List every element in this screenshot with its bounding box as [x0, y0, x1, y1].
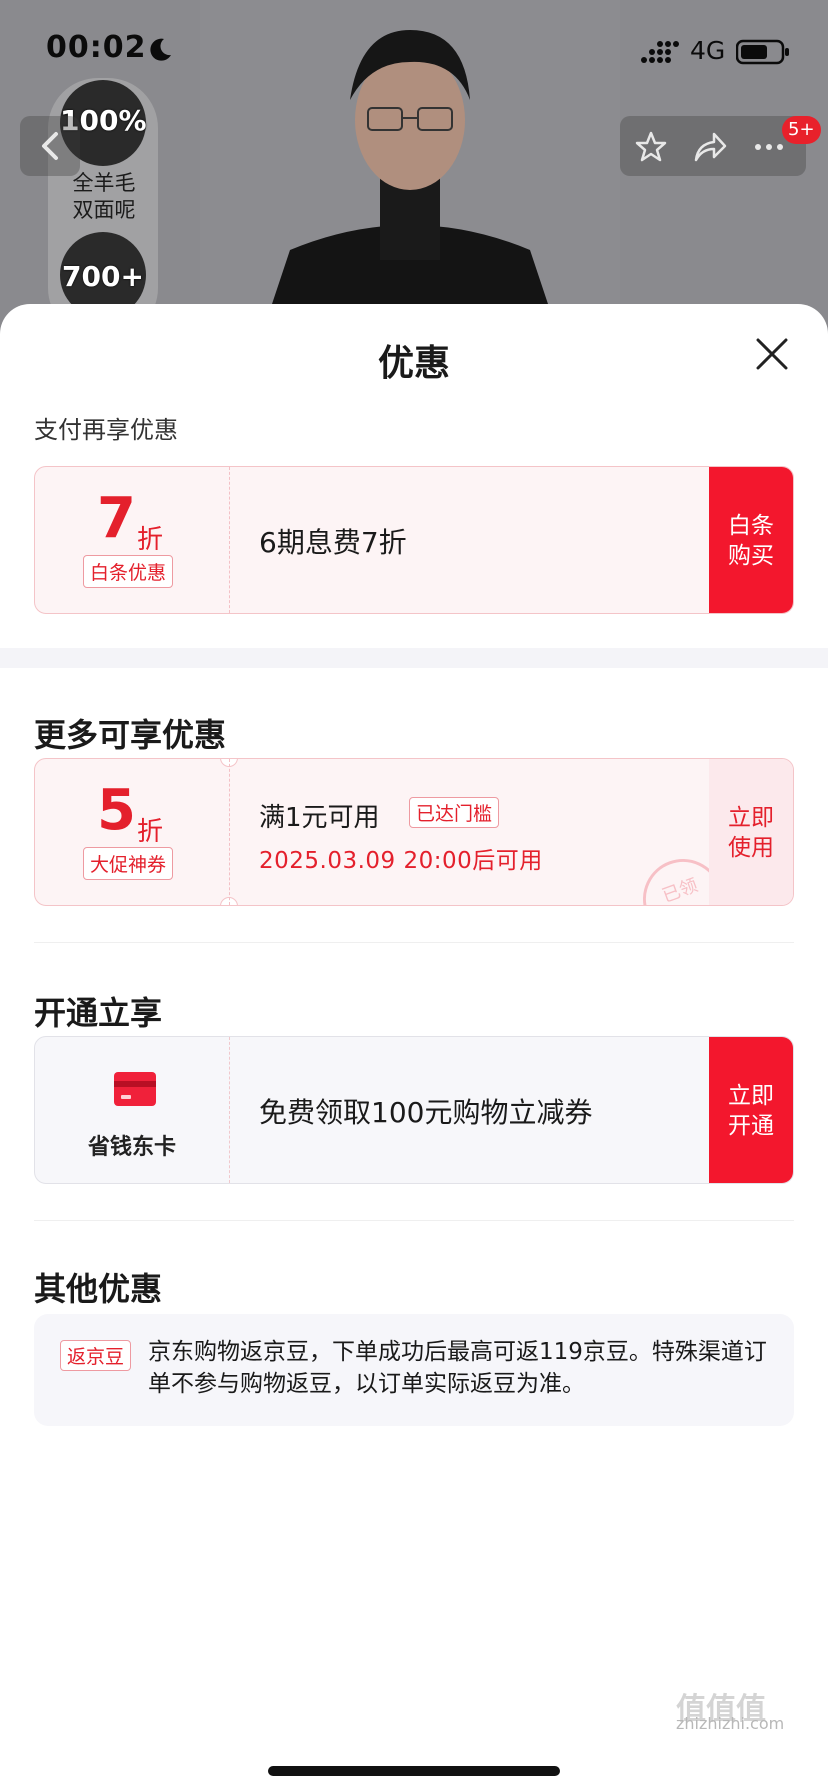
discount-description: 6期息费7折 — [259, 526, 407, 559]
discount-sheet: 优惠 支付再享优惠 7 折 白条优惠 6期息费7折 白条 购买 更多可享优惠 5… — [0, 304, 828, 1792]
section-open-title: 开通立享 — [34, 994, 163, 1032]
coupon-tag: 大促神券 — [83, 847, 174, 880]
close-icon[interactable] — [752, 334, 792, 374]
signal-icon — [641, 41, 679, 63]
product-page-background: 100% 全羊毛 双面呢 700+ 00:02 4G 5+ — [0, 0, 828, 340]
dashed-divider — [229, 467, 230, 613]
membership-card[interactable]: 省钱东卡 免费领取100元购物立减券 立即 开通 — [34, 1036, 794, 1184]
more-icon[interactable] — [752, 130, 786, 164]
baitiao-buy-button[interactable]: 白条 购买 — [709, 467, 793, 613]
coupon-valid-date: 2025.03.09 20:00后可用 — [259, 848, 543, 874]
sheet-title: 优惠 — [377, 343, 450, 384]
section-more-title: 更多可享优惠 — [34, 716, 227, 754]
jingdou-rebate-box: 返京豆 京东购物返京豆，下单成功后最高可返119京豆。特殊渠道订单不参与购物返豆… — [34, 1314, 794, 1426]
section-pay-subtitle: 支付再享优惠 — [34, 416, 178, 444]
divider-line — [34, 942, 794, 943]
discount-unit: 折 — [137, 525, 164, 555]
coupon-number: 5 — [97, 778, 136, 843]
discount-number: 7 — [97, 486, 136, 551]
share-icon[interactable] — [692, 130, 728, 164]
coupon-unit: 折 — [137, 817, 164, 847]
membership-icon-area: 省钱东卡 — [35, 1037, 229, 1183]
back-button[interactable] — [20, 116, 80, 176]
coupon-value-area: 5 折 大促神券 — [35, 759, 229, 905]
section-separator — [0, 648, 828, 668]
battery-icon — [736, 39, 789, 65]
jingdou-description: 京东购物返京豆，下单成功后最高可返119京豆。特殊渠道订单不参与购物返豆，以订单… — [148, 1339, 767, 1397]
coupon-card[interactable]: 5 折 大促神券 满1元可用 已达门槛 2025.03.09 20:00后可用 … — [34, 758, 794, 906]
discount-tag: 白条优惠 — [83, 555, 174, 588]
membership-name: 省钱东卡 — [87, 1135, 176, 1160]
open-now-button[interactable]: 立即 开通 — [709, 1037, 793, 1183]
baitiao-discount-card[interactable]: 7 折 白条优惠 6期息费7折 白条 购买 — [34, 466, 794, 614]
credit-card-icon — [114, 1072, 156, 1106]
jingdou-tag: 返京豆 — [60, 1340, 132, 1371]
chevron-left-icon — [42, 132, 58, 160]
status-bar: 00:02 4G — [0, 0, 828, 100]
notification-badge: 5+ — [782, 116, 821, 144]
use-now-button[interactable]: 立即 使用 — [709, 759, 793, 905]
network-label: 4G — [690, 36, 726, 65]
membership-description: 免费领取100元购物立减券 — [259, 1096, 593, 1129]
divider-line — [34, 1220, 794, 1221]
feature-badge: 700+ — [62, 260, 144, 293]
threshold-badge: 已达门槛 — [409, 797, 500, 828]
discount-value-area: 7 折 白条优惠 — [35, 467, 229, 613]
star-icon[interactable] — [634, 130, 668, 164]
home-indicator[interactable] — [268, 1766, 560, 1776]
section-other-title: 其他优惠 — [34, 1270, 163, 1308]
watermark-site: zhizhizhi.com — [676, 1714, 785, 1733]
top-action-bar — [620, 116, 806, 176]
status-time: 00:02 — [46, 30, 147, 65]
dashed-divider — [229, 1037, 230, 1183]
moon-icon — [150, 38, 171, 61]
feature-label: 全羊毛 双面呢 — [72, 171, 136, 222]
coupon-condition: 满1元可用 — [259, 803, 380, 833]
dashed-divider — [229, 759, 230, 905]
